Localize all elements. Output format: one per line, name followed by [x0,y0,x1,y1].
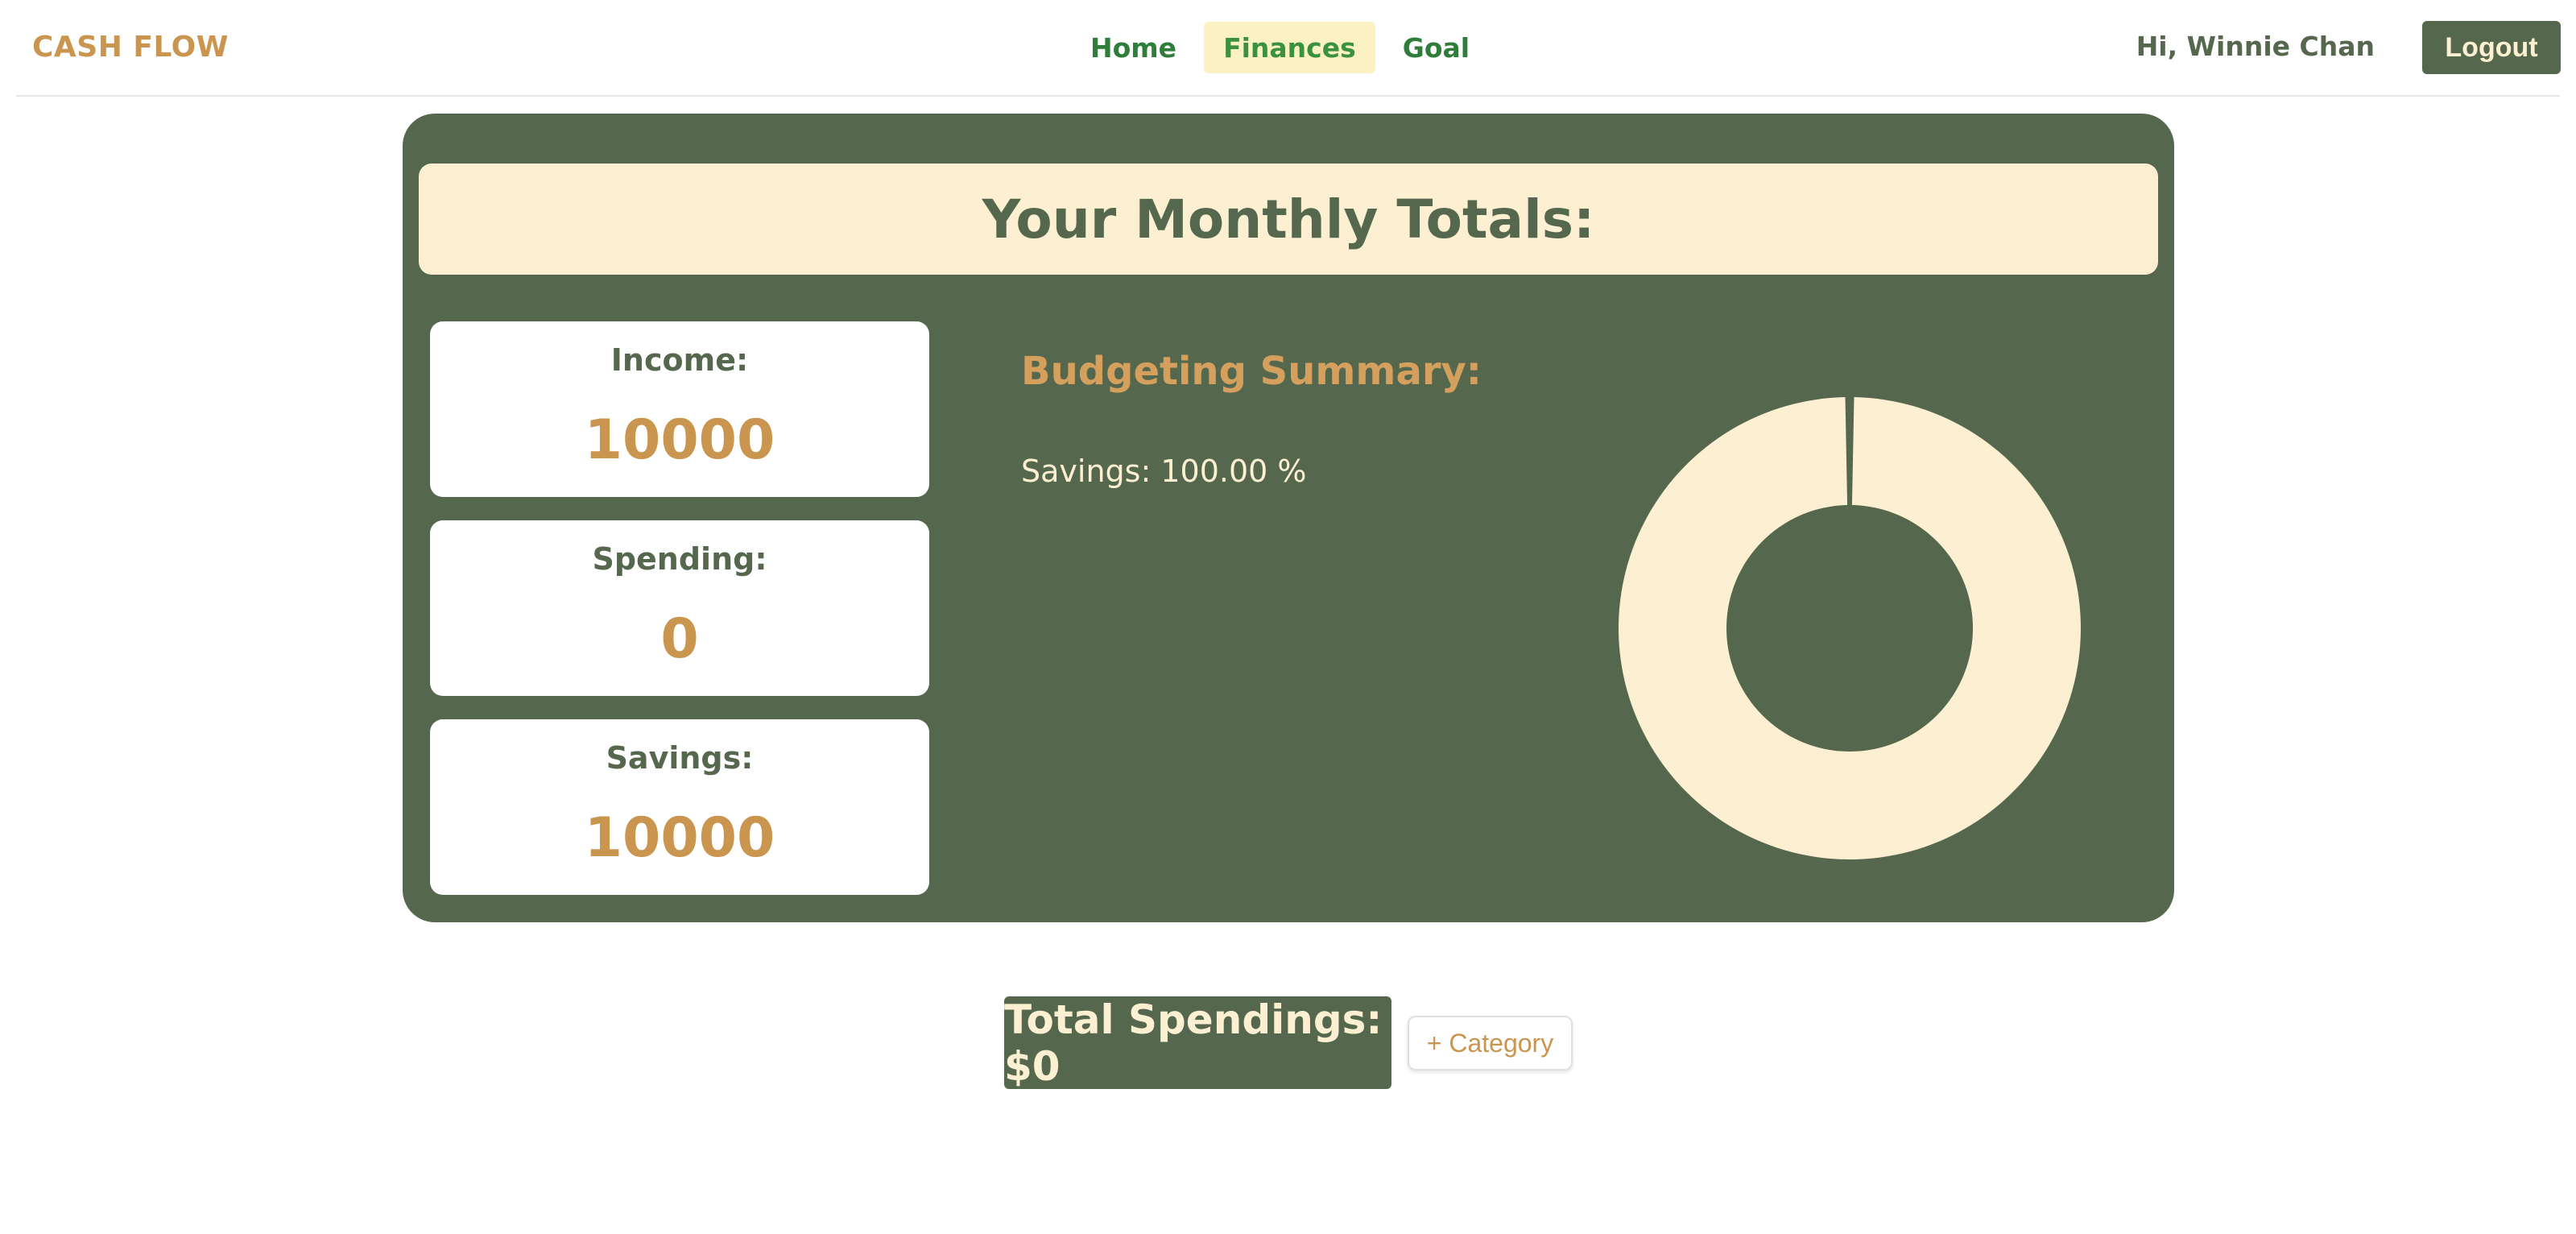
savings-percent-text: Savings: 100.00 % [1021,453,1307,489]
nav-links: Home Finances Goal [1071,22,1489,73]
spending-label: Spending: [592,541,767,577]
nav-link-home[interactable]: Home [1071,22,1196,73]
budget-donut-chart [1619,397,2081,859]
income-value: 10000 [584,408,775,472]
monthly-totals-panel: Your Monthly Totals: Income: 10000 Spend… [403,114,2174,922]
savings-card: Savings: 10000 [430,719,929,895]
savings-value: 10000 [584,806,775,870]
income-label: Income: [610,342,749,378]
logout-button[interactable]: Logout [2422,21,2561,74]
total-spendings-box: Total Spendings: $0 [1004,996,1391,1090]
brand-logo[interactable]: CASH FLOW [32,31,229,64]
spending-value: 0 [660,607,699,671]
savings-label: Savings: [606,740,754,776]
user-greeting: Hi, Winnie Chan [2136,31,2375,62]
budgeting-summary-title: Budgeting Summary: [1021,349,1482,394]
spending-card: Spending: 0 [430,520,929,696]
monthly-totals-heading: Your Monthly Totals: [419,164,2158,275]
nav-link-finances[interactable]: Finances [1204,22,1375,73]
income-card: Income: 10000 [430,321,929,497]
add-category-button[interactable]: + Category [1408,1016,1573,1070]
top-navbar: CASH FLOW Home Finances Goal Hi, Winnie … [16,0,2560,97]
donut-slice-savings[interactable] [1619,397,2081,859]
nav-link-goal[interactable]: Goal [1383,22,1489,73]
